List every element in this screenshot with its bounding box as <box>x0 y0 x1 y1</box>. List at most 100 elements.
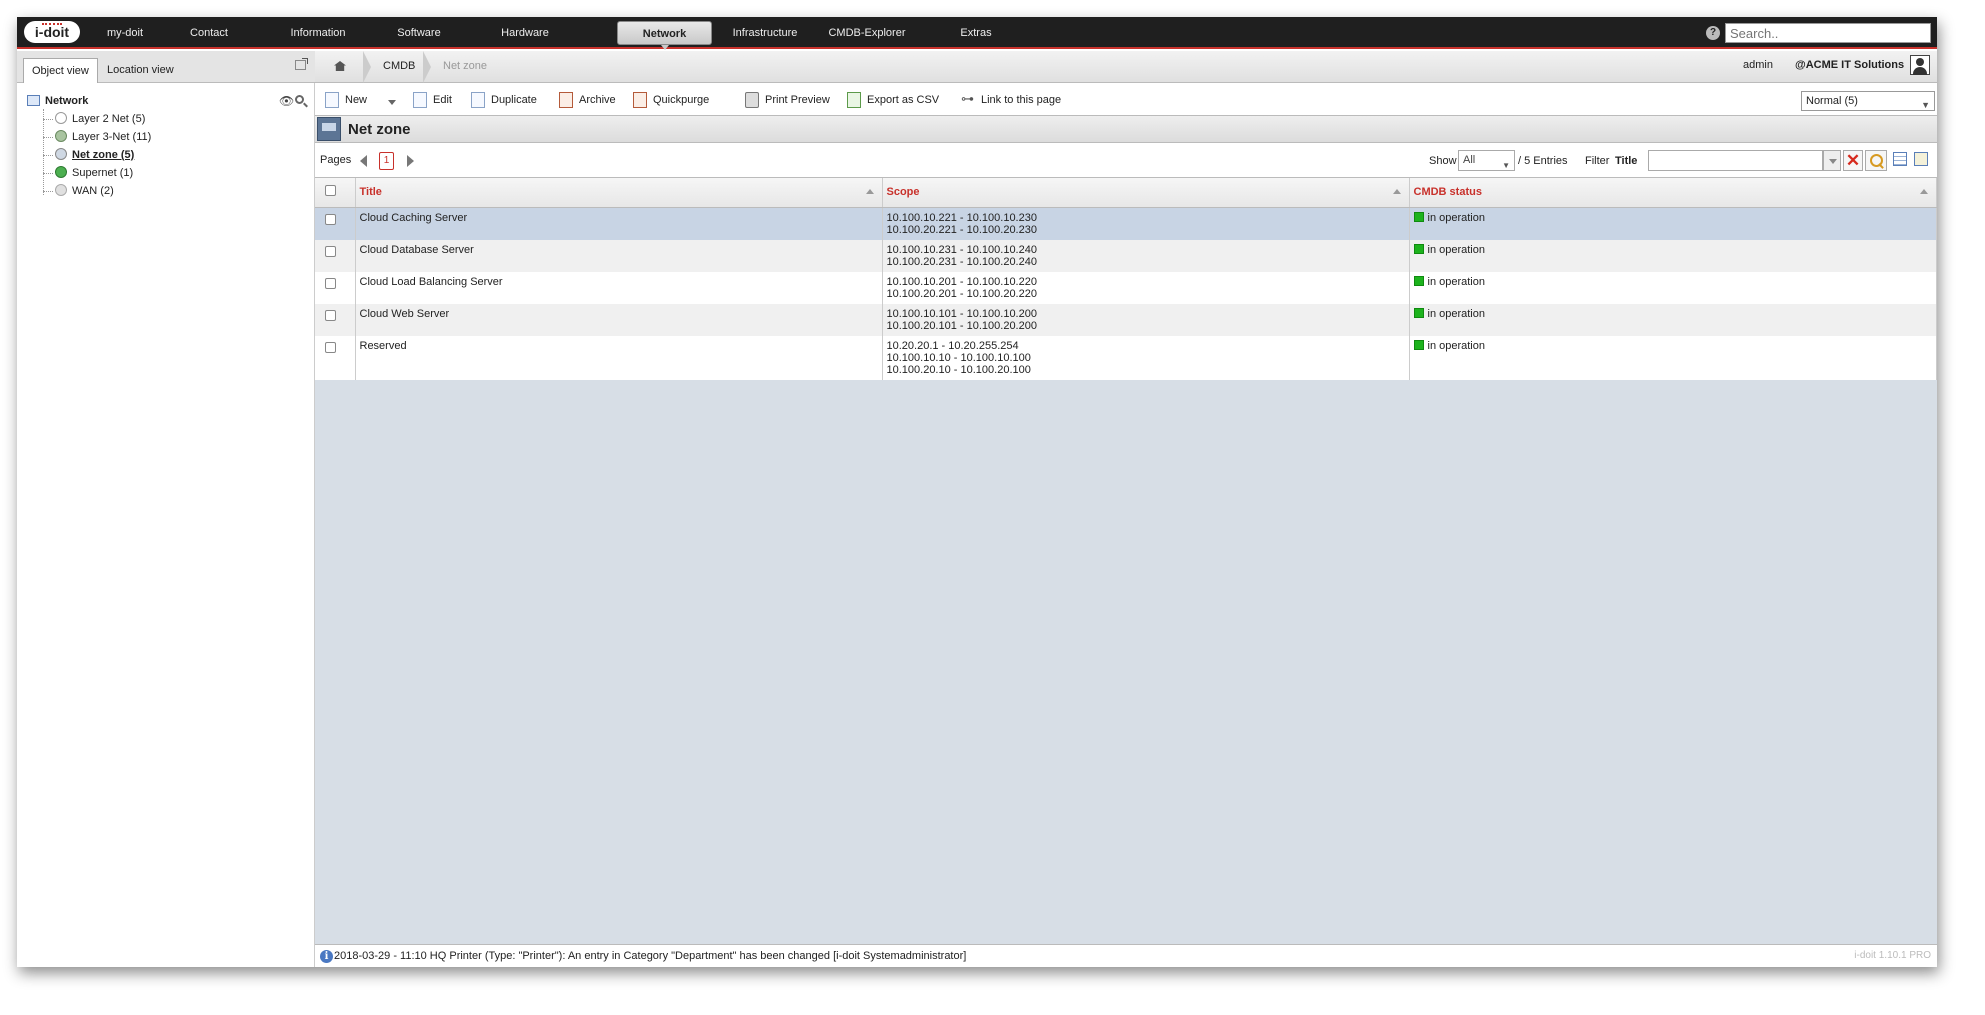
tree-item-supernet[interactable]: Supernet (1) <box>55 165 133 181</box>
view-mode-select[interactable]: Normal (5) ▼ <box>1801 91 1935 111</box>
tree-connector <box>43 119 53 120</box>
select-all-checkbox[interactable] <box>325 185 336 197</box>
edit-button[interactable]: Edit <box>413 92 452 108</box>
sort-icon[interactable] <box>865 189 874 194</box>
status-bar: i 2018-03-29 - 11:10 HQ Printer (Type: "… <box>315 944 1937 967</box>
search-icon[interactable] <box>1865 150 1887 171</box>
csv-icon <box>847 92 861 108</box>
scope-cell: 10.20.20.1 - 10.20.255.254 10.100.10.10 -… <box>882 335 1410 380</box>
clear-filter-icon[interactable]: ✕ <box>1843 150 1863 171</box>
column-cmdb-status[interactable]: CMDB status <box>1409 178 1937 208</box>
chevron-down-icon: ▼ <box>1921 100 1930 110</box>
next-page-icon[interactable] <box>407 155 414 167</box>
archive-icon <box>559 92 573 108</box>
column-title-label: Title <box>359 186 382 199</box>
status-text: in operation <box>1427 307 1486 320</box>
table-row[interactable]: Cloud Load Balancing Server 10.100.10.20… <box>315 271 1937 304</box>
filter-dropdown-icon[interactable] <box>1823 150 1841 171</box>
popout-icon[interactable] <box>295 58 308 70</box>
title-cell[interactable]: Cloud Load Balancing Server <box>355 271 883 304</box>
table-row[interactable]: Reserved 10.20.20.1 - 10.20.255.254 10.10… <box>315 335 1937 380</box>
sort-icon[interactable] <box>1920 189 1928 194</box>
export-csv-button[interactable]: Export as CSV <box>847 92 939 108</box>
tree-root-network[interactable]: Network <box>27 93 88 109</box>
row-checkbox[interactable] <box>325 245 336 257</box>
tenant-name[interactable]: @ACME IT Solutions <box>1795 59 1904 71</box>
nav-information[interactable]: Information <box>279 21 357 45</box>
row-select-cell <box>315 303 356 336</box>
home-icon[interactable] <box>334 61 346 71</box>
nav-my-doit[interactable]: my-doit <box>89 21 161 45</box>
tree-item-layer3-net[interactable]: Layer 3-Net (11) <box>55 129 151 145</box>
previous-page-icon[interactable] <box>360 155 367 167</box>
help-icon[interactable]: ? <box>1706 26 1720 40</box>
scope-line: 10.20.20.1 - 10.20.255.254 <box>886 339 1019 352</box>
global-search-input[interactable] <box>1725 23 1931 43</box>
row-select-cell <box>315 207 356 240</box>
table-row[interactable]: Cloud Web Server 10.100.10.101 - 10.100.… <box>315 303 1937 336</box>
new-button[interactable]: New <box>325 92 367 108</box>
list-view-icon[interactable] <box>1893 152 1907 166</box>
tree-item-wan[interactable]: WAN (2) <box>55 183 114 199</box>
tab-location-view[interactable]: Location view <box>99 58 182 83</box>
nav-contact[interactable]: Contact <box>173 21 245 45</box>
status-badge <box>1413 211 1424 222</box>
title-cell[interactable]: Cloud Database Server <box>355 239 883 272</box>
tree-item-net-zone[interactable]: Net zone (5) <box>55 147 134 163</box>
chevron-down-icon[interactable] <box>388 100 396 105</box>
top-navigation: i-doit my-doit Contact Information Softw… <box>17 17 1937 50</box>
avatar[interactable] <box>1910 55 1930 75</box>
tree-item-label: Supernet (1) <box>72 167 134 179</box>
table-row[interactable]: Cloud Caching Server 10.100.10.221 - 10.… <box>315 207 1937 240</box>
breadcrumb-separator <box>363 51 371 83</box>
scope-cell: 10.100.10.201 - 10.100.10.220 10.100.20.2… <box>882 271 1410 304</box>
scope-line: 10.100.20.201 - 10.100.20.220 <box>886 287 1037 300</box>
column-scope-label: Scope <box>886 186 920 199</box>
link-page-button[interactable]: Link to this page <box>961 91 1061 108</box>
list-controls: Pages 1 Show All ▼ / 5 Entries Filter Tit… <box>315 143 1937 178</box>
show-count-select[interactable]: All ▼ <box>1458 150 1515 171</box>
quickpurge-button[interactable]: Quickpurge <box>633 92 709 108</box>
print-preview-button[interactable]: Print Preview <box>745 92 830 108</box>
tab-object-view[interactable]: Object view <box>23 58 98 83</box>
eye-icon[interactable]: 👁 <box>279 94 294 108</box>
nav-hardware[interactable]: Hardware <box>487 21 563 45</box>
nav-network[interactable]: Network <box>617 21 712 50</box>
row-checkbox[interactable] <box>325 341 336 353</box>
user-name[interactable]: admin <box>1743 59 1773 71</box>
select-all-header <box>315 178 356 208</box>
nav-cmdb-explorer[interactable]: CMDB-Explorer <box>819 21 915 45</box>
info-icon: i <box>320 950 333 963</box>
tree-item-layer2-net[interactable]: Layer 2 Net (5) <box>55 111 145 127</box>
nav-software[interactable]: Software <box>383 21 455 45</box>
status-badge <box>1413 275 1424 286</box>
row-checkbox[interactable] <box>325 213 336 225</box>
column-scope[interactable]: Scope <box>882 178 1410 208</box>
print-preview-label: Print Preview <box>765 94 830 106</box>
tree-root-label: Network <box>45 95 89 107</box>
table-row[interactable]: Cloud Database Server 10.100.10.231 - 10… <box>315 239 1937 272</box>
archive-button[interactable]: Archive <box>559 92 616 108</box>
sort-icon[interactable] <box>1392 189 1401 194</box>
list-config-icon[interactable] <box>1914 152 1928 166</box>
nav-extras[interactable]: Extras <box>949 21 1003 45</box>
column-title[interactable]: Title <box>355 178 883 208</box>
pages-label: Pages <box>320 154 352 166</box>
title-cell[interactable]: Reserved <box>355 335 883 380</box>
row-checkbox[interactable] <box>325 309 336 321</box>
scope-line: 10.100.10.10 - 10.100.10.100 <box>886 351 1031 364</box>
nav-infrastructure[interactable]: Infrastructure <box>724 21 806 45</box>
quickpurge-icon <box>633 92 647 108</box>
title-cell[interactable]: Cloud Web Server <box>355 303 883 336</box>
breadcrumb-cmdb[interactable]: CMDB <box>383 60 415 72</box>
status-badge <box>1413 307 1424 318</box>
filter-input[interactable] <box>1648 150 1823 171</box>
title-cell[interactable]: Cloud Caching Server <box>355 207 883 240</box>
tenant-label: ACME IT Solutions <box>1805 59 1905 71</box>
idoit-logo[interactable]: i-doit <box>24 21 80 43</box>
page-number[interactable]: 1 <box>379 152 394 170</box>
duplicate-button[interactable]: Duplicate <box>471 92 537 108</box>
status-text: in operation <box>1427 339 1486 352</box>
row-checkbox[interactable] <box>325 277 336 289</box>
tree-search-icon[interactable] <box>295 95 304 104</box>
